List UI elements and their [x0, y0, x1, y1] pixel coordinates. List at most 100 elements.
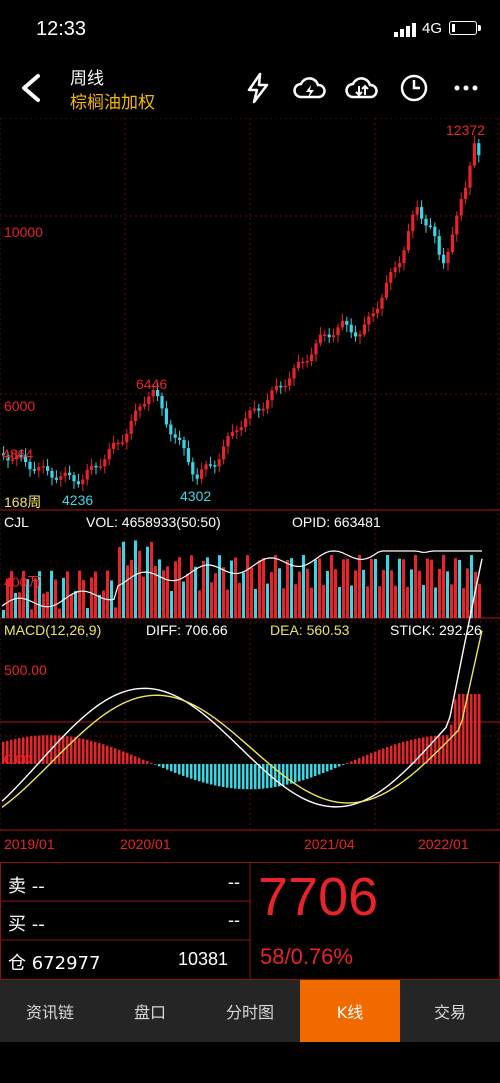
volume-bar — [354, 570, 357, 618]
page-subtitle: 棕榈油加权 — [70, 93, 155, 113]
macd-stick — [366, 754, 369, 764]
volume-bar — [214, 573, 217, 618]
candle-body — [68, 472, 72, 476]
lightning-icon[interactable] — [240, 70, 276, 106]
volume-bar — [130, 559, 133, 618]
volume-bar — [242, 572, 245, 618]
volume-bar — [346, 558, 349, 618]
macd-stick — [478, 694, 481, 764]
macd-stick — [362, 756, 365, 764]
macd-stick — [410, 739, 413, 764]
volume-bar — [146, 546, 149, 618]
volume-bar — [414, 555, 417, 618]
volume-bar — [362, 569, 365, 618]
candle-body — [288, 378, 292, 386]
macd-stick — [238, 764, 241, 789]
volume-bar — [398, 558, 401, 618]
volume-bar — [14, 592, 17, 618]
volume-bar — [78, 570, 81, 618]
macd-stick — [86, 739, 89, 764]
candle-body — [85, 469, 89, 480]
macd-stick — [398, 743, 401, 764]
candle-body — [279, 385, 283, 388]
volume-bar — [410, 569, 413, 618]
candle-body — [195, 474, 199, 479]
diff-label: DIFF: 706.66 — [146, 622, 228, 638]
volume-bar — [106, 570, 109, 618]
candle-body — [314, 343, 318, 355]
tab-orderbook[interactable]: 盘口 — [100, 980, 200, 1042]
candle-body — [98, 466, 102, 468]
volume-bar — [238, 582, 241, 618]
macd-stick — [134, 756, 137, 764]
macd-stick — [382, 748, 385, 764]
macd-stick — [406, 740, 409, 764]
clock-icon[interactable] — [396, 70, 432, 106]
macd-stick — [454, 699, 457, 764]
macd-stick — [462, 694, 465, 764]
cloud-download-icon[interactable] — [344, 70, 380, 106]
macd-stick — [214, 764, 217, 786]
macd-stick — [446, 735, 449, 764]
candle-body — [107, 448, 111, 460]
macd-stick — [466, 694, 469, 764]
macd-stick — [378, 749, 381, 764]
candle-body — [358, 334, 362, 337]
tab-news[interactable]: 资讯链 — [0, 980, 100, 1042]
tab-trade[interactable]: 交易 — [400, 980, 500, 1042]
volume-bar — [298, 571, 301, 618]
macd-stick — [174, 764, 177, 773]
volume-bar — [170, 590, 173, 618]
candle-body — [310, 354, 314, 362]
volume-bar — [54, 579, 57, 618]
macd-stick — [286, 764, 289, 785]
candle-body — [169, 424, 173, 435]
macd-y-tick-500: 500.00 — [4, 662, 47, 678]
volume-bar — [206, 557, 209, 618]
volume-bar — [114, 607, 117, 618]
volume-bar — [234, 557, 237, 618]
candle-body — [420, 207, 424, 219]
candle-body — [270, 390, 274, 401]
volume-bar — [274, 555, 277, 618]
kline-chart[interactable]: 12372 10000 6446 6000 4864 168周 4236 430… — [0, 118, 500, 862]
macd-stick — [98, 742, 101, 764]
macd-stick — [306, 764, 309, 779]
cloud-sync-icon[interactable] — [292, 70, 328, 106]
volume-bar — [198, 590, 201, 618]
more-icon[interactable] — [448, 70, 484, 106]
tab-timeshare[interactable]: 分时图 — [200, 980, 300, 1042]
volume-bar — [478, 583, 481, 618]
volume-bar — [306, 568, 309, 618]
stick-label: STICK: 292.26 — [390, 622, 482, 638]
candle-body — [178, 437, 182, 440]
tab-kline[interactable]: K线 — [300, 980, 400, 1042]
x-tick-2022: 2022/01 — [418, 836, 469, 852]
level-annotation: 4864 — [2, 446, 34, 462]
candle-body — [147, 396, 151, 405]
macd-stick — [442, 735, 445, 764]
x-tick-2020: 2020/01 — [120, 836, 171, 852]
candle-body — [305, 361, 309, 363]
candle-body — [72, 475, 76, 482]
volume-bar — [150, 541, 153, 618]
candle-body — [142, 404, 146, 407]
candle-body — [266, 400, 270, 409]
battery-icon — [449, 21, 481, 35]
macd-stick — [130, 754, 133, 764]
candle-body — [208, 464, 212, 466]
candle-body — [173, 434, 177, 438]
volume-label: VOL: 4658933(50:50) — [86, 514, 221, 530]
volume-bar — [278, 568, 281, 618]
candle-body — [446, 251, 450, 264]
volume-bar — [82, 579, 85, 618]
volume-bar — [66, 571, 69, 618]
volume-bar — [186, 573, 189, 618]
volume-bar — [434, 587, 437, 618]
volume-bar — [338, 586, 341, 618]
candle-body — [191, 462, 195, 475]
macd-stick — [110, 746, 113, 764]
volume-bar — [462, 588, 465, 618]
back-icon[interactable] — [14, 70, 50, 106]
volume-bar — [430, 559, 433, 618]
